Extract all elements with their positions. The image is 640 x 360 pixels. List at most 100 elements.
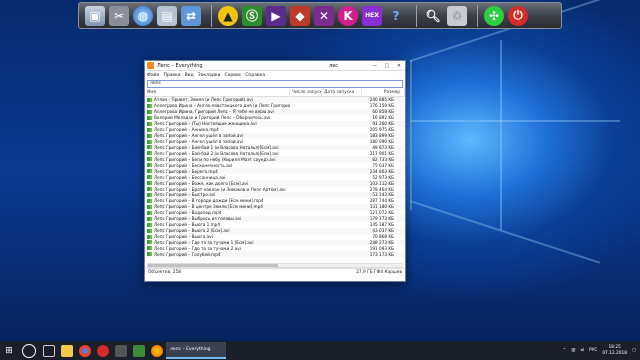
result-row[interactable]: Лепс Григорий – Бай-бай 1 (и Власова Нат… xyxy=(145,144,405,151)
result-row[interactable]: Лепс Григорий – Где то за тучами 2.avi 19… xyxy=(145,245,405,251)
result-size: 205 975 KБ xyxy=(369,127,394,133)
media-icon[interactable] xyxy=(115,344,127,357)
minimize-button[interactable]: ─ xyxy=(369,61,381,71)
result-row[interactable]: Лепс Григорий – Берега.mp4 234 803 KБ xyxy=(145,168,405,175)
result-row[interactable]: Лепс Григорий – В городе дожди [Есм мини… xyxy=(145,198,405,204)
result-row[interactable]: Лепс Григорий – Бесконечность.avi 75 037 … xyxy=(145,162,405,168)
transfer-icon[interactable]: ⇄ xyxy=(181,5,201,26)
clock[interactable]: 18:25 07.12.2018 xyxy=(602,345,627,356)
status-bar: Объектов: 258 27,9 ГБ ГФ4 Каршев xyxy=(145,268,405,276)
result-name: Лепс Григорий – Бессонница.avi xyxy=(154,174,226,180)
opera-icon[interactable] xyxy=(97,344,109,357)
tray-up-arrow-icon[interactable]: ⌃ xyxy=(563,348,567,353)
menu-view[interactable]: Вид xyxy=(185,73,194,78)
video-file-icon xyxy=(147,121,152,126)
computer-icon[interactable]: ▣ xyxy=(85,5,105,26)
menu-edit[interactable]: Правка xyxy=(163,73,180,78)
a-logo-icon[interactable]: ▲ xyxy=(218,5,238,26)
result-row[interactable]: Лепс Григорий – Бессонница.avi 52 973 KБ xyxy=(145,174,405,180)
menu-file[interactable]: Файл xyxy=(147,73,159,78)
explorer-icon[interactable] xyxy=(61,344,73,357)
result-row[interactable]: Валерий Меладзе и Григорий Лепс – Оберни… xyxy=(145,115,405,121)
column-header-run-count[interactable]: Число запусков xyxy=(290,89,322,96)
tools-icon[interactable]: ✂ xyxy=(109,5,129,26)
column-header-row: Имя Число запусков Дата запуска Размер xyxy=(145,89,405,97)
video-file-icon xyxy=(147,163,152,168)
language-indicator[interactable]: РУС xyxy=(589,348,597,353)
result-row[interactable]: Лепс Григорий – Голубей.mp4 173 173 KБ xyxy=(145,251,405,258)
result-row[interactable]: Лепс Григорий – Боже, как долго [Есм].av… xyxy=(145,180,405,187)
notification-icon[interactable]: ▢ xyxy=(632,348,636,353)
result-row[interactable]: Аллегрова Ирина – Англо-повстанцкого дня… xyxy=(145,103,405,109)
scrollbar-thumb[interactable] xyxy=(148,264,278,267)
video-file-icon xyxy=(147,103,152,108)
column-header-name[interactable]: Имя xyxy=(145,89,290,96)
firefox-icon[interactable] xyxy=(151,344,163,357)
everything-window: Лепс – Everything лес ─ □ ✕ Файл Правка … xyxy=(144,60,406,282)
menu-help[interactable]: Справка xyxy=(245,73,265,78)
result-row[interactable]: Атлан - Привет, Земля (и Лепс Григорий).… xyxy=(145,97,405,103)
result-name: Лепс Григорий – Вьюга 2 [Есм].avi xyxy=(154,228,230,234)
horizontal-scrollbar[interactable] xyxy=(147,263,403,268)
task-view-icon[interactable] xyxy=(43,344,55,357)
close-button[interactable]: ✕ xyxy=(393,61,405,71)
result-row[interactable]: Лепс Григорий – Водопад.mp4 121 072 KБ xyxy=(145,210,405,216)
result-row[interactable]: Лепс Григорий – Ангел ушёл в запой.avi 18… xyxy=(145,132,405,139)
search-input[interactable]: лепс xyxy=(147,80,403,88)
title-bar[interactable]: Лепс – Everything лес ─ □ ✕ xyxy=(145,61,405,71)
puzzle-icon[interactable]: ✣ xyxy=(484,5,504,26)
menu-bar: Файл Правка Вид Закладки Сервис Справка xyxy=(145,71,405,79)
column-header-run-date[interactable]: Дата запуска xyxy=(322,89,362,96)
torrent-icon[interactable] xyxy=(133,344,145,357)
result-name: Лепс Григорий – Ангел ушёл в запой.avi xyxy=(154,139,244,145)
play-icon[interactable]: ▶ xyxy=(266,5,286,26)
folder-icon[interactable]: ▤ xyxy=(157,5,177,26)
result-name: Лепс Григорий – Где то за тучами 1 [Есм]… xyxy=(154,239,254,245)
video-file-icon xyxy=(147,198,152,203)
video-file-icon xyxy=(147,192,152,197)
result-name: Лепс Григорий – Вьюга 1.mp4 xyxy=(154,222,221,228)
tray-network-icon[interactable]: ▥ xyxy=(571,348,575,353)
result-row[interactable]: Лепс Григорий – Вьюга 2 [Есм].avi 43 037 … xyxy=(145,227,405,234)
menu-bookmarks[interactable]: Закладки xyxy=(198,73,221,78)
result-row[interactable]: Лепс Григорий – Где то за тучами 1 [Есм]… xyxy=(145,239,405,246)
video-file-icon xyxy=(147,210,152,215)
globe-icon[interactable]: ◍ xyxy=(133,5,153,26)
result-row[interactable]: Аллегрова Ирина, Григорий Лепс – Я тебе … xyxy=(145,108,405,115)
hex-icon[interactable]: HEX xyxy=(362,5,382,26)
result-row[interactable]: Лепс Григорий – В центре Земли [Есм мини… xyxy=(145,203,405,210)
result-row[interactable]: Лепс Григорий – Ангел ушёл в запой.avi 18… xyxy=(145,139,405,145)
recycle-bin-icon[interactable]: ♲ xyxy=(447,5,467,26)
k-icon[interactable]: K xyxy=(338,5,358,26)
result-size: 16 892 KБ xyxy=(372,115,394,121)
taskbar-everything-button[interactable]: лепс – Everything xyxy=(166,342,226,359)
result-size: 60 858 KБ xyxy=(372,109,394,115)
result-row[interactable]: Лепс Григорий – Выбрось из головы.avi 179… xyxy=(145,215,405,222)
s-logo-icon[interactable]: Ⓢ xyxy=(242,5,262,26)
column-header-size[interactable]: Размер xyxy=(362,89,405,96)
menu-tools[interactable]: Сервис xyxy=(224,73,241,78)
maximize-button[interactable]: □ xyxy=(381,61,393,71)
result-row[interactable]: Лепс Григорий – Бай-бай 2 (и Власова Нат… xyxy=(145,150,405,156)
help-icon[interactable]: ? xyxy=(386,6,406,26)
x-logo-icon[interactable]: ✕ xyxy=(314,5,334,26)
result-name: Лепс Григорий – Вьюга.avi xyxy=(154,234,213,240)
chrome-icon[interactable] xyxy=(79,344,91,357)
result-row[interactable]: Лепс Григорий – Вьюга.avi 70 868 KБ xyxy=(145,234,405,240)
result-row[interactable]: Лепс Григорий – Аннина.mp4 205 975 KБ xyxy=(145,127,405,133)
result-row[interactable]: Лепс Григорий – Брат-наклон (и Зимаков и… xyxy=(145,186,405,192)
result-row[interactable]: Лепс Григорий – Беги по небу (Кирилл Маэ… xyxy=(145,156,405,163)
result-name: Лепс Григорий – Быстро.avi xyxy=(154,192,216,198)
result-row[interactable]: Лепс Григорий – Быстро.avi 53 143 KБ xyxy=(145,192,405,198)
magnifier-icon[interactable]: 🔍︎ xyxy=(423,6,443,26)
tray-volume-icon[interactable]: ◂) xyxy=(580,348,584,353)
video-file-icon xyxy=(147,127,152,132)
search-icon[interactable] xyxy=(22,343,36,358)
result-row[interactable]: Лепс Григорий – (Ты) Настоящая женщина.a… xyxy=(145,120,405,127)
dock-separator xyxy=(416,4,417,27)
power-icon[interactable]: ⏻ xyxy=(508,5,528,26)
windows-start-icon[interactable]: ⊞ xyxy=(0,341,18,360)
status-object-count: Объектов: 258 xyxy=(148,270,181,275)
result-row[interactable]: Лепс Григорий – Вьюга 1.mp4 145 187 KБ xyxy=(145,222,405,228)
diamond-icon[interactable]: ◆ xyxy=(290,5,310,26)
